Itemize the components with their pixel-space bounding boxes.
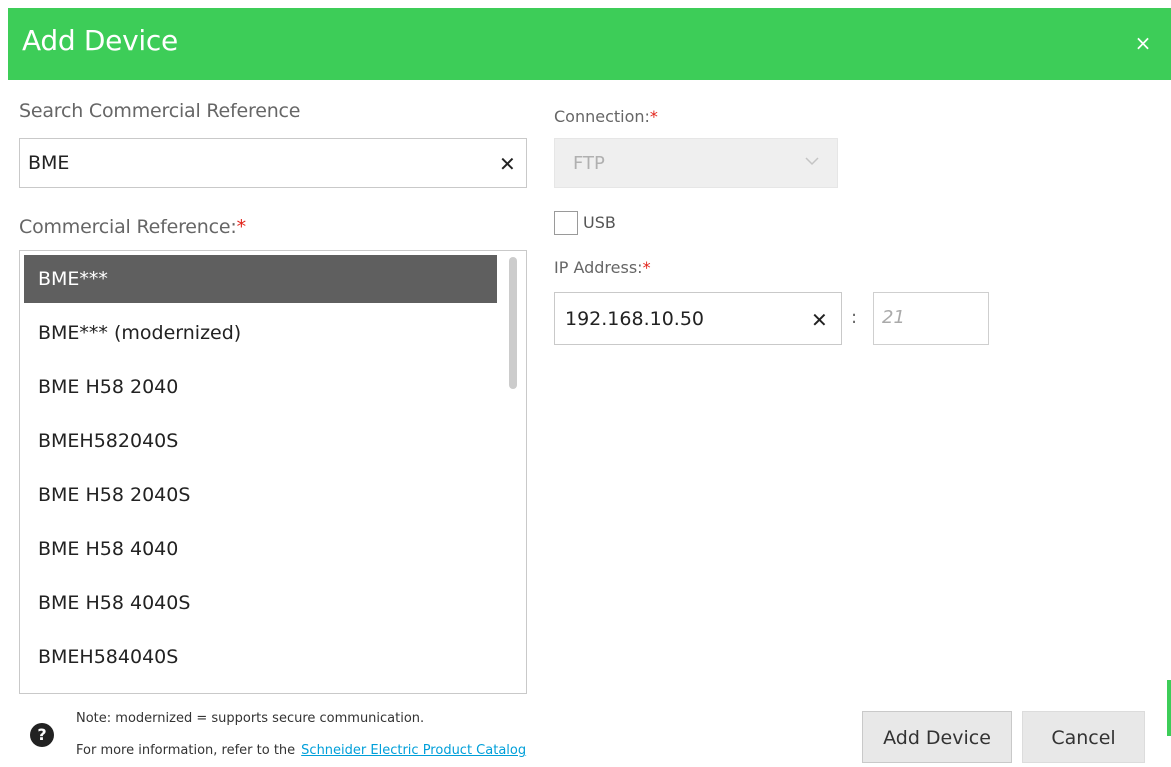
ip-address-input[interactable]: 192.168.10.50 ✕ — [554, 292, 842, 345]
search-input-value[interactable]: BME — [28, 152, 69, 174]
required-marker: * — [236, 216, 247, 238]
list-scrollbar[interactable] — [509, 257, 517, 389]
more-info-text: For more information, refer to the Schnei… — [76, 743, 526, 758]
dialog-title: Add Device — [22, 24, 178, 57]
cancel-button[interactable]: Cancel — [1022, 711, 1145, 763]
commercial-reference-label: Commercial Reference:* — [19, 216, 246, 238]
connection-select-value: FTP — [573, 153, 605, 174]
commercial-reference-list[interactable]: BME*** BME*** (modernized) BME H58 2040 … — [19, 250, 527, 694]
close-icon[interactable]: × — [1133, 31, 1153, 55]
usb-label: USB — [583, 213, 616, 232]
list-item[interactable]: BME*** (modernized) — [24, 309, 497, 357]
dialog-titlebar: Add Device × — [8, 8, 1171, 80]
ip-port-separator: : — [851, 307, 858, 328]
list-item[interactable]: BME H58 4040S — [24, 579, 497, 627]
list-item[interactable]: BME*** — [24, 255, 497, 303]
list-item[interactable]: BME H58 2040S — [24, 471, 497, 519]
usb-checkbox[interactable] — [554, 211, 578, 235]
ip-address-value[interactable]: 192.168.10.50 — [565, 308, 704, 330]
list-item[interactable]: BMEH584040S — [24, 633, 497, 681]
note-text: Note: modernized = supports secure commu… — [76, 711, 425, 726]
ip-address-label: IP Address:* — [554, 258, 651, 277]
help-icon[interactable]: ? — [30, 723, 54, 747]
add-device-button[interactable]: Add Device — [862, 711, 1012, 763]
commercial-reference-label-text: Commercial Reference: — [19, 216, 237, 238]
list-item[interactable]: BME H58 2040 — [24, 363, 497, 411]
port-placeholder: 21 — [882, 307, 905, 328]
clear-ip-icon[interactable]: ✕ — [811, 310, 828, 330]
background-edge — [1167, 680, 1171, 736]
required-marker: * — [642, 258, 651, 277]
connection-label: Connection:* — [554, 107, 658, 126]
add-device-dialog: Add Device × Search Commercial Reference… — [0, 0, 1171, 767]
list-item[interactable]: BMEH582040S — [24, 417, 497, 465]
more-info-label: For more information, refer to the — [76, 743, 296, 758]
search-input[interactable]: BME ✕ — [19, 138, 527, 188]
product-catalog-link[interactable]: Schneider Electric Product Catalog — [301, 743, 526, 758]
connection-select[interactable]: FTP — [554, 138, 838, 188]
ip-address-label-text: IP Address: — [554, 258, 643, 277]
chevron-down-icon — [805, 157, 819, 166]
port-input[interactable]: 21 — [873, 292, 989, 345]
clear-search-icon[interactable]: ✕ — [499, 154, 516, 174]
search-label: Search Commercial Reference — [19, 100, 301, 122]
connection-label-text: Connection: — [554, 107, 650, 126]
required-marker: * — [649, 107, 658, 126]
list-item[interactable]: BME H58 4040 — [24, 525, 497, 573]
